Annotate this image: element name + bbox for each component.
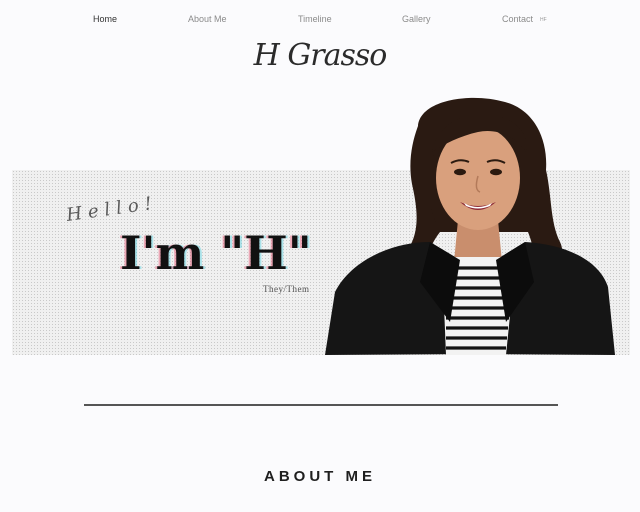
nav-about-me[interactable]: About Me: [188, 14, 227, 24]
main-nav: Home About Me Timeline Gallery Contact H…: [0, 14, 640, 28]
site-title[interactable]: H Grasso: [0, 38, 640, 73]
hero-pronouns: They/Them: [263, 284, 310, 294]
nav-timeline[interactable]: Timeline: [298, 14, 332, 24]
nav-contact[interactable]: Contact: [502, 14, 533, 24]
section-divider: [84, 404, 558, 406]
nav-gallery[interactable]: Gallery: [402, 14, 431, 24]
nav-extra-mark: HF: [540, 17, 547, 23]
about-me-heading: ABOUT ME: [264, 468, 376, 485]
nav-home[interactable]: Home: [93, 14, 117, 24]
portrait-photo: [325, 97, 615, 355]
hero-headline: I'm "H": [120, 226, 312, 280]
